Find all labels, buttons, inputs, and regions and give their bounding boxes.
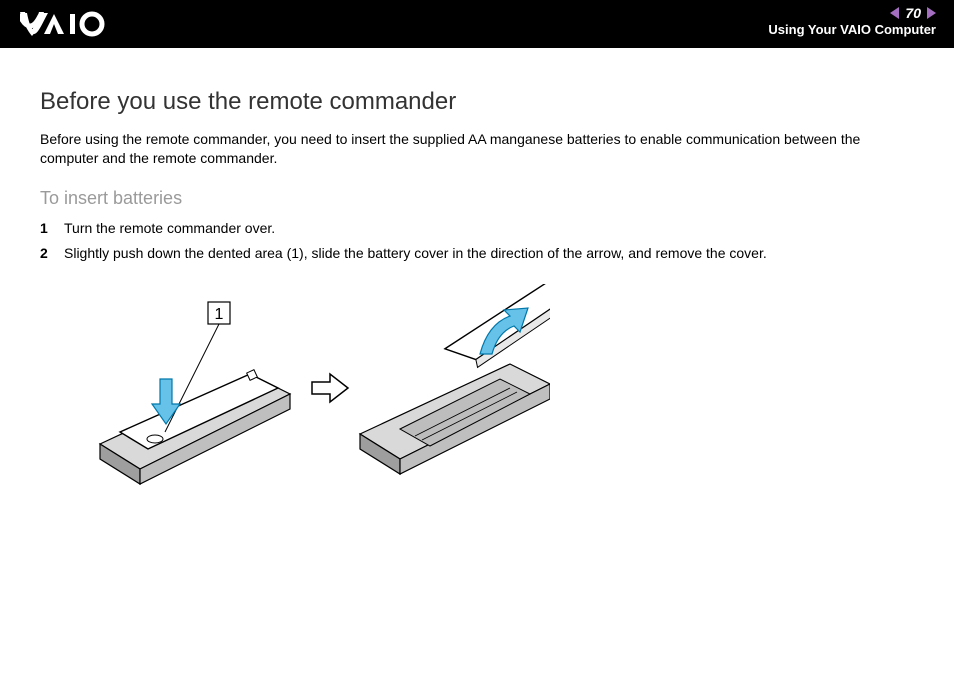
step-text: Turn the remote commander over. bbox=[64, 219, 275, 239]
list-item: 1 Turn the remote commander over. bbox=[40, 219, 914, 239]
step-text: Slightly push down the dented area (1), … bbox=[64, 244, 767, 264]
list-item: 2 Slightly push down the dented area (1)… bbox=[40, 244, 914, 264]
page-number: 70 bbox=[905, 6, 921, 20]
prev-page-arrow-icon[interactable] bbox=[890, 7, 899, 19]
header-right: 70 Using Your VAIO Computer bbox=[768, 6, 936, 37]
vaio-logo: VAIO bbox=[20, 10, 130, 43]
callout-label: 1 bbox=[215, 306, 224, 323]
remote-closed-illustration: 1 bbox=[100, 302, 290, 484]
page-content: Before you use the remote commander Befo… bbox=[0, 48, 954, 509]
remote-open-illustration bbox=[360, 284, 550, 474]
page-title: Before you use the remote commander bbox=[40, 88, 914, 116]
intro-paragraph: Before using the remote commander, you n… bbox=[40, 130, 914, 168]
page-header: VAIO 70 Using Your VAIO Computer bbox=[0, 0, 954, 48]
step-number: 2 bbox=[40, 244, 64, 264]
sequence-arrow-icon bbox=[312, 374, 348, 402]
step-number: 1 bbox=[40, 219, 64, 239]
instruction-figure: 1 bbox=[90, 284, 914, 509]
subheading: To insert batteries bbox=[40, 188, 914, 209]
section-title: Using Your VAIO Computer bbox=[768, 22, 936, 37]
next-page-arrow-icon[interactable] bbox=[927, 7, 936, 19]
steps-list: 1 Turn the remote commander over. 2 Slig… bbox=[40, 219, 914, 264]
